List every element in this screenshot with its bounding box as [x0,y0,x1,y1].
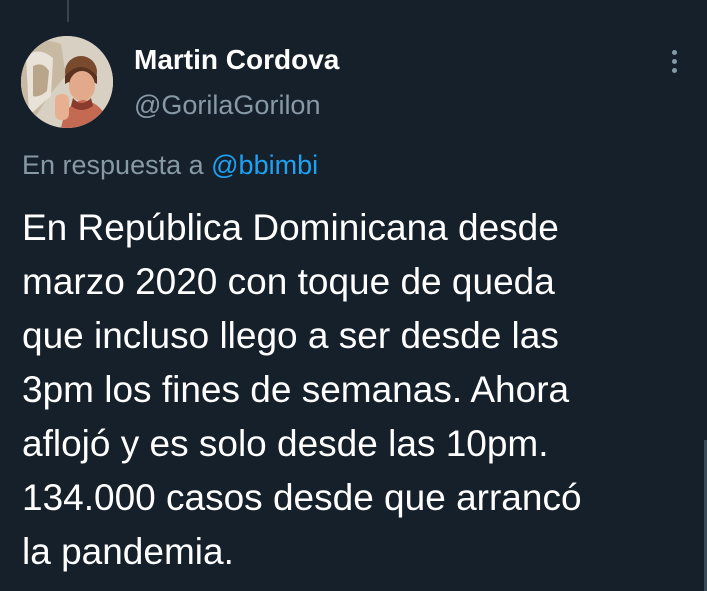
tweet-text-line: 3pm los fines de semanas. Ahora [22,369,570,410]
tweet-text-line: aflojó y es solo desde las 10pm. [22,423,549,464]
author-display-name[interactable]: Martin Cordova [134,44,339,76]
avatar[interactable] [21,36,113,128]
reply-mention-link[interactable]: @bbimbi [211,150,318,180]
thread-connector-line [67,0,69,22]
tweet-text-line: que incluso llego a ser desde las [22,315,559,356]
tweet-view: Martin Cordova @GorilaGorilon En respues… [0,0,707,591]
reply-prefix: En respuesta a [22,150,204,180]
avatar-image [21,36,113,128]
more-vertical-icon[interactable] [664,50,684,80]
tweet-text-line: En República Dominicana desde [22,207,559,248]
tweet-text: En República Dominicana desde marzo 2020… [22,201,692,579]
author-handle[interactable]: @GorilaGorilon [134,90,320,121]
reply-context: En respuesta a @bbimbi [22,150,318,181]
tweet-text-line: 134.000 casos desde que arrancó [22,477,582,518]
tweet-text-line: la pandemia. [22,531,234,572]
tweet-text-line: marzo 2020 con toque de queda [22,261,555,302]
